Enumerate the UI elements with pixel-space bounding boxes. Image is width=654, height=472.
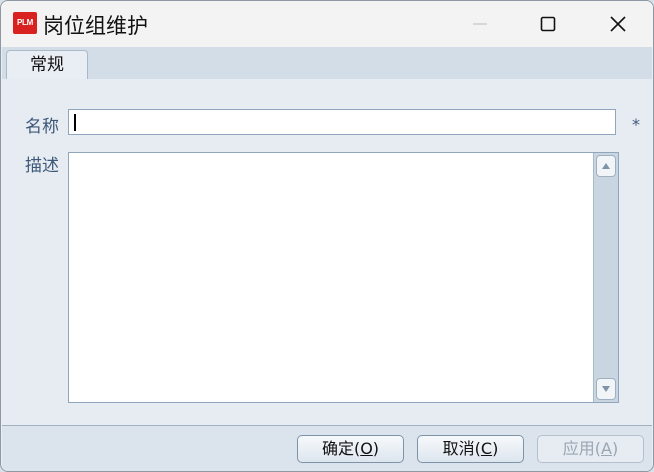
cancel-button[interactable]: 取消(C) [417,435,524,463]
maximize-button[interactable] [525,1,571,47]
cancel-mnemonic: C [480,439,493,458]
text-caret [74,114,76,131]
description-field[interactable] [68,152,619,403]
apply-mnemonic: A [601,439,612,458]
tab-general[interactable]: 常规 [6,50,88,80]
general-panel: 名称 * 描述 [2,79,652,426]
ok-button-label: 确定 [321,439,354,458]
ok-button[interactable]: 确定(O) [297,435,404,463]
cancel-button-label: 取消 [442,439,475,458]
tab-strip: 常规 [2,47,652,80]
plm-app-icon: PLM [13,12,37,34]
close-icon [610,16,626,32]
name-label: 名称 [25,117,59,137]
window-title: 岗位组维护 [43,14,148,38]
name-field[interactable] [68,109,616,135]
scroll-up-button[interactable] [596,155,616,177]
required-marker: * [632,115,640,134]
scroll-down-icon [602,386,610,392]
description-scrollbar[interactable] [593,153,618,402]
minimize-icon [473,23,487,25]
apply-button-label: 应用 [562,439,595,458]
minimize-button[interactable] [457,1,503,47]
maximize-icon [540,16,556,32]
close-button[interactable] [595,1,641,47]
button-bar: 确定(O) 取消(C) 应用(A) [2,426,652,471]
ok-mnemonic: O [360,439,373,458]
scroll-up-icon [602,163,610,169]
description-label: 描述 [25,156,59,176]
apply-button[interactable]: 应用(A) [537,435,644,463]
scroll-down-button[interactable] [596,378,616,400]
dialog-window: PLM 岗位组维护 常规 名称 * 描述 确定(O) 取消(C) 应用(A) [0,0,654,472]
title-bar[interactable]: PLM 岗位组维护 [1,1,653,47]
